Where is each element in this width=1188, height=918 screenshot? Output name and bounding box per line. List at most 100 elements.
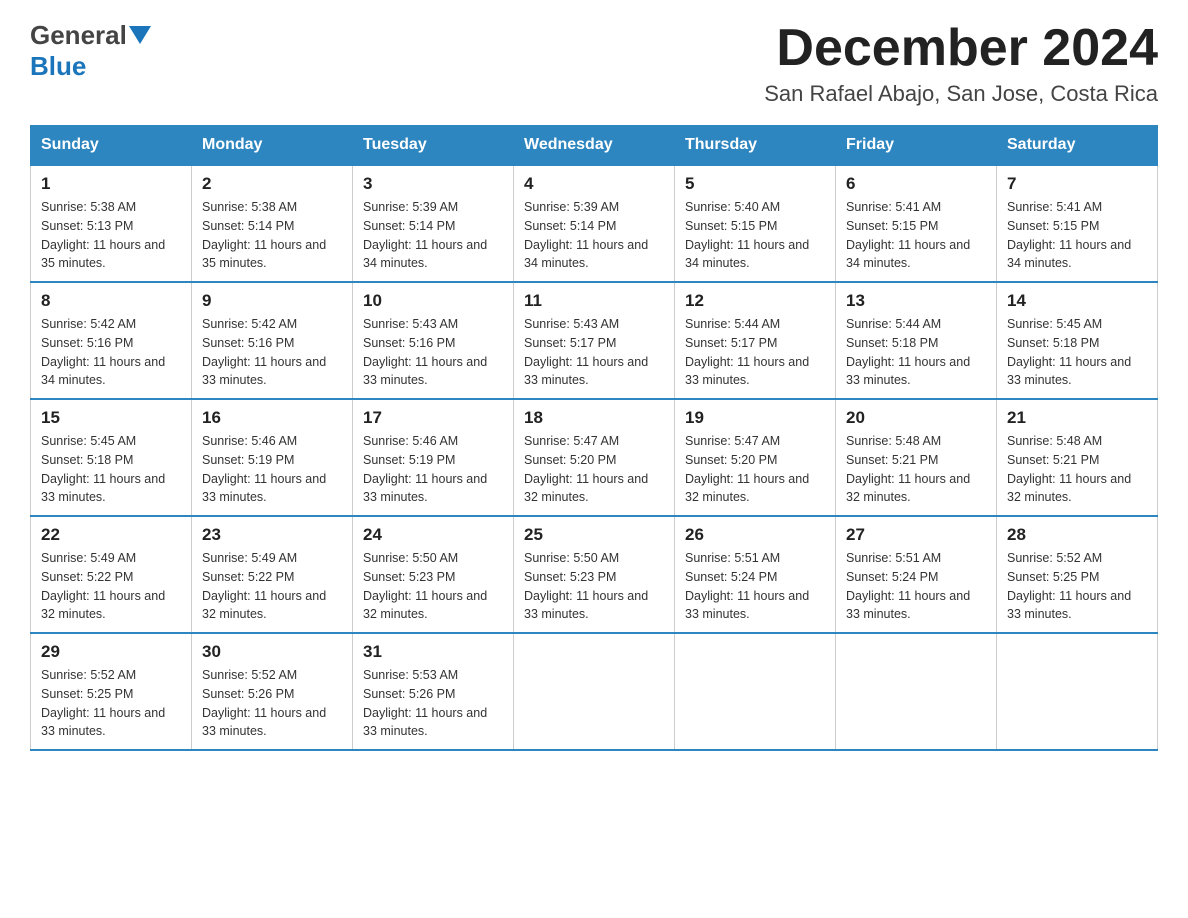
day-number: 7 bbox=[1007, 174, 1147, 194]
week-row-2: 8 Sunrise: 5:42 AMSunset: 5:16 PMDaylight… bbox=[31, 282, 1158, 399]
week-row-4: 22 Sunrise: 5:49 AMSunset: 5:22 PMDayligh… bbox=[31, 516, 1158, 633]
day-number: 18 bbox=[524, 408, 664, 428]
day-cell: 10 Sunrise: 5:43 AMSunset: 5:16 PMDayligh… bbox=[353, 282, 514, 399]
day-info: Sunrise: 5:50 AMSunset: 5:23 PMDaylight:… bbox=[524, 549, 664, 624]
day-number: 1 bbox=[41, 174, 181, 194]
weekday-header-friday: Friday bbox=[836, 126, 997, 166]
day-info: Sunrise: 5:39 AMSunset: 5:14 PMDaylight:… bbox=[524, 198, 664, 273]
day-info: Sunrise: 5:44 AMSunset: 5:18 PMDaylight:… bbox=[846, 315, 986, 390]
day-number: 10 bbox=[363, 291, 503, 311]
day-cell: 12 Sunrise: 5:44 AMSunset: 5:17 PMDayligh… bbox=[675, 282, 836, 399]
title-block: December 2024 San Rafael Abajo, San Jose… bbox=[764, 20, 1158, 107]
day-info: Sunrise: 5:46 AMSunset: 5:19 PMDaylight:… bbox=[363, 432, 503, 507]
day-cell: 23 Sunrise: 5:49 AMSunset: 5:22 PMDayligh… bbox=[192, 516, 353, 633]
day-cell: 5Sunrise: 5:40 AMSunset: 5:15 PMDaylight… bbox=[675, 165, 836, 282]
day-info: Sunrise: 5:52 AMSunset: 5:25 PMDaylight:… bbox=[1007, 549, 1147, 624]
day-number: 13 bbox=[846, 291, 986, 311]
calendar-table: SundayMondayTuesdayWednesdayThursdayFrid… bbox=[30, 125, 1158, 751]
day-number: 11 bbox=[524, 291, 664, 311]
day-cell: 3 Sunrise: 5:39 AMSunset: 5:14 PMDaylight… bbox=[353, 165, 514, 282]
logo-general-text: General bbox=[30, 20, 127, 51]
day-number: 20 bbox=[846, 408, 986, 428]
day-cell: 16 Sunrise: 5:46 AMSunset: 5:19 PMDayligh… bbox=[192, 399, 353, 516]
day-cell: 21 Sunrise: 5:48 AMSunset: 5:21 PMDayligh… bbox=[997, 399, 1158, 516]
day-info: Sunrise: 5:51 AMSunset: 5:24 PMDaylight:… bbox=[685, 549, 825, 624]
day-number: 31 bbox=[363, 642, 503, 662]
day-number: 22 bbox=[41, 525, 181, 545]
day-cell: 22 Sunrise: 5:49 AMSunset: 5:22 PMDayligh… bbox=[31, 516, 192, 633]
week-row-5: 29 Sunrise: 5:52 AMSunset: 5:25 PMDayligh… bbox=[31, 633, 1158, 750]
day-info: Sunrise: 5:47 AMSunset: 5:20 PMDaylight:… bbox=[524, 432, 664, 507]
day-cell: 9Sunrise: 5:42 AMSunset: 5:16 PMDaylight… bbox=[192, 282, 353, 399]
day-number: 27 bbox=[846, 525, 986, 545]
day-number: 4 bbox=[524, 174, 664, 194]
location-subtitle: San Rafael Abajo, San Jose, Costa Rica bbox=[764, 81, 1158, 107]
weekday-header-monday: Monday bbox=[192, 126, 353, 166]
day-info: Sunrise: 5:46 AMSunset: 5:19 PMDaylight:… bbox=[202, 432, 342, 507]
day-number: 6 bbox=[846, 174, 986, 194]
day-info: Sunrise: 5:48 AMSunset: 5:21 PMDaylight:… bbox=[846, 432, 986, 507]
day-cell: 14 Sunrise: 5:45 AMSunset: 5:18 PMDayligh… bbox=[997, 282, 1158, 399]
day-number: 8 bbox=[41, 291, 181, 311]
day-cell: 6 Sunrise: 5:41 AMSunset: 5:15 PMDaylight… bbox=[836, 165, 997, 282]
day-info: Sunrise: 5:47 AMSunset: 5:20 PMDaylight:… bbox=[685, 432, 825, 507]
day-cell: 4 Sunrise: 5:39 AMSunset: 5:14 PMDaylight… bbox=[514, 165, 675, 282]
day-number: 29 bbox=[41, 642, 181, 662]
day-cell: 19Sunrise: 5:47 AMSunset: 5:20 PMDayligh… bbox=[675, 399, 836, 516]
day-number: 2 bbox=[202, 174, 342, 194]
week-row-3: 15 Sunrise: 5:45 AMSunset: 5:18 PMDayligh… bbox=[31, 399, 1158, 516]
day-number: 15 bbox=[41, 408, 181, 428]
day-cell: 17 Sunrise: 5:46 AMSunset: 5:19 PMDayligh… bbox=[353, 399, 514, 516]
day-number: 5 bbox=[685, 174, 825, 194]
day-info: Sunrise: 5:45 AMSunset: 5:18 PMDaylight:… bbox=[41, 432, 181, 507]
weekday-header-tuesday: Tuesday bbox=[353, 126, 514, 166]
day-info: Sunrise: 5:49 AMSunset: 5:22 PMDaylight:… bbox=[41, 549, 181, 624]
day-cell: 29 Sunrise: 5:52 AMSunset: 5:25 PMDayligh… bbox=[31, 633, 192, 750]
day-cell: 28 Sunrise: 5:52 AMSunset: 5:25 PMDayligh… bbox=[997, 516, 1158, 633]
day-info: Sunrise: 5:44 AMSunset: 5:17 PMDaylight:… bbox=[685, 315, 825, 390]
day-number: 16 bbox=[202, 408, 342, 428]
day-info: Sunrise: 5:49 AMSunset: 5:22 PMDaylight:… bbox=[202, 549, 342, 624]
day-info: Sunrise: 5:41 AMSunset: 5:15 PMDaylight:… bbox=[846, 198, 986, 273]
day-number: 23 bbox=[202, 525, 342, 545]
day-info: Sunrise: 5:51 AMSunset: 5:24 PMDaylight:… bbox=[846, 549, 986, 624]
day-cell: 27 Sunrise: 5:51 AMSunset: 5:24 PMDayligh… bbox=[836, 516, 997, 633]
day-info: Sunrise: 5:52 AMSunset: 5:26 PMDaylight:… bbox=[202, 666, 342, 741]
day-number: 30 bbox=[202, 642, 342, 662]
page-header: General Blue December 2024 San Rafael Ab… bbox=[30, 20, 1158, 107]
day-cell bbox=[836, 633, 997, 750]
day-cell: 7 Sunrise: 5:41 AMSunset: 5:15 PMDaylight… bbox=[997, 165, 1158, 282]
day-number: 28 bbox=[1007, 525, 1147, 545]
day-info: Sunrise: 5:41 AMSunset: 5:15 PMDaylight:… bbox=[1007, 198, 1147, 273]
day-cell: 20 Sunrise: 5:48 AMSunset: 5:21 PMDayligh… bbox=[836, 399, 997, 516]
day-info: Sunrise: 5:43 AMSunset: 5:16 PMDaylight:… bbox=[363, 315, 503, 390]
day-cell bbox=[997, 633, 1158, 750]
month-title: December 2024 bbox=[764, 20, 1158, 77]
day-cell: 1Sunrise: 5:38 AMSunset: 5:13 PMDaylight… bbox=[31, 165, 192, 282]
day-info: Sunrise: 5:39 AMSunset: 5:14 PMDaylight:… bbox=[363, 198, 503, 273]
day-number: 21 bbox=[1007, 408, 1147, 428]
day-info: Sunrise: 5:48 AMSunset: 5:21 PMDaylight:… bbox=[1007, 432, 1147, 507]
day-number: 17 bbox=[363, 408, 503, 428]
logo-triangle-icon bbox=[129, 26, 151, 48]
day-info: Sunrise: 5:42 AMSunset: 5:16 PMDaylight:… bbox=[41, 315, 181, 390]
day-number: 24 bbox=[363, 525, 503, 545]
day-cell: 24 Sunrise: 5:50 AMSunset: 5:23 PMDayligh… bbox=[353, 516, 514, 633]
weekday-header-wednesday: Wednesday bbox=[514, 126, 675, 166]
day-number: 14 bbox=[1007, 291, 1147, 311]
day-number: 12 bbox=[685, 291, 825, 311]
day-cell: 11Sunrise: 5:43 AMSunset: 5:17 PMDayligh… bbox=[514, 282, 675, 399]
day-number: 3 bbox=[363, 174, 503, 194]
logo-blue-text: Blue bbox=[30, 51, 86, 81]
day-info: Sunrise: 5:45 AMSunset: 5:18 PMDaylight:… bbox=[1007, 315, 1147, 390]
day-cell: 25 Sunrise: 5:50 AMSunset: 5:23 PMDayligh… bbox=[514, 516, 675, 633]
day-cell: 2 Sunrise: 5:38 AMSunset: 5:14 PMDaylight… bbox=[192, 165, 353, 282]
day-info: Sunrise: 5:50 AMSunset: 5:23 PMDaylight:… bbox=[363, 549, 503, 624]
day-cell: 15 Sunrise: 5:45 AMSunset: 5:18 PMDayligh… bbox=[31, 399, 192, 516]
weekday-header-sunday: Sunday bbox=[31, 126, 192, 166]
day-info: Sunrise: 5:52 AMSunset: 5:25 PMDaylight:… bbox=[41, 666, 181, 741]
day-number: 25 bbox=[524, 525, 664, 545]
day-info: Sunrise: 5:38 AMSunset: 5:14 PMDaylight:… bbox=[202, 198, 342, 273]
day-info: Sunrise: 5:53 AMSunset: 5:26 PMDaylight:… bbox=[363, 666, 503, 741]
day-cell: 31 Sunrise: 5:53 AMSunset: 5:26 PMDayligh… bbox=[353, 633, 514, 750]
